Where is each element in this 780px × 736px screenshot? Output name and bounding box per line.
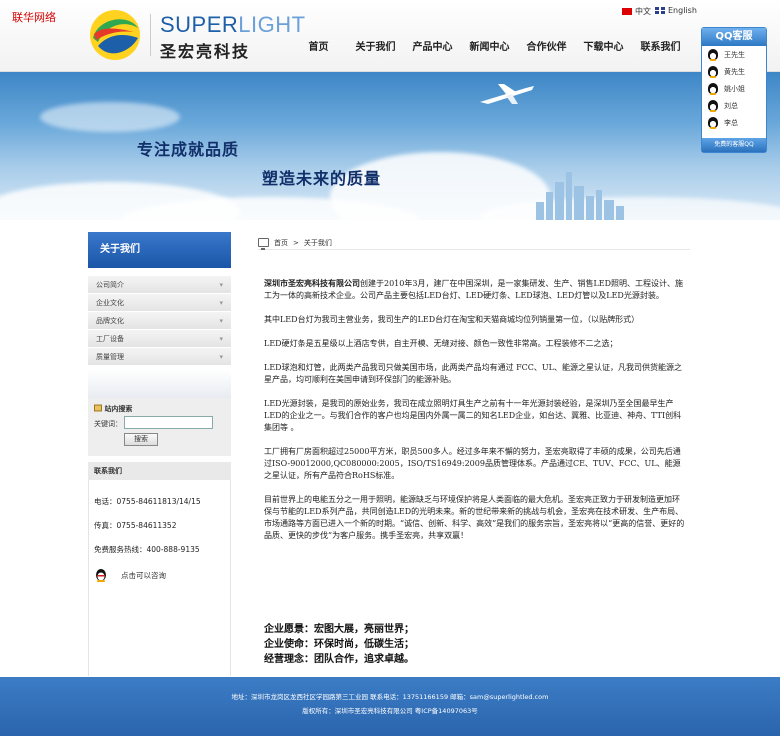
motto-vision: 企业愿景：宏图大展，亮丽世界； (264, 624, 414, 635)
search-keyword-input[interactable] (124, 416, 213, 429)
qq-contact[interactable]: 黄先生 (702, 63, 766, 80)
logo-chinese: 圣宏亮科技 (160, 42, 251, 61)
site-tag[interactable]: 联华网络 (12, 9, 56, 25)
paragraph-desk-lamp: 其中LED台灯为我司主营业务，我司生产的LED台灯在淘宝和天猫商城均位列销量第一… (264, 315, 640, 324)
china-flag-icon (622, 8, 632, 15)
uk-flag-icon (655, 7, 665, 14)
paragraph-packaging: LED光源封装，是我司的原始业务，我司在成立照明灯具生产之前有十一年光源封装经验… (264, 399, 682, 432)
nav-home[interactable]: 首页 (290, 38, 347, 53)
qq-service-panel: QQ客服 王先生 黄先生 姚小姐 刘总 李总 免费的客服QQ (701, 27, 767, 153)
contact-fax: 传真：0755-84611352 (94, 521, 177, 530)
contact-info: 电话：0755-84611813/14/15 传真：0755-84611352 … (88, 480, 231, 676)
qq-penguin-icon (708, 117, 718, 129)
company-name: 深圳市圣宏亮科技有限公司 (264, 278, 360, 288)
city-skyline-icon (536, 172, 624, 220)
nav-news[interactable]: 新闻中心 (461, 38, 518, 53)
qq-contact[interactable]: 姚小姐 (702, 80, 766, 97)
qq-penguin-icon (708, 100, 718, 112)
lang-english[interactable]: English (655, 6, 697, 15)
qq-contact[interactable]: 王先生 (702, 46, 766, 63)
qq-contact[interactable]: 刘总 (702, 97, 766, 114)
contact-title: 联系我们 (88, 462, 231, 480)
site-search: 站内搜索 关键词： 搜索 (88, 398, 231, 456)
search-title: 站内搜索 (94, 404, 132, 414)
nav-products[interactable]: 产品中心 (404, 38, 461, 53)
banner-slogan-secondary: 塑造未来的质量 (262, 169, 382, 188)
motto-philosophy: 经营理念：团队合作，追求卓越。 (264, 654, 414, 665)
qq-penguin-icon (708, 66, 718, 78)
breadcrumb-home[interactable]: 首页 (274, 238, 288, 248)
breadcrumb-separator: > (293, 238, 299, 247)
chat-consult-link[interactable]: 点击可以咨询 (121, 570, 166, 581)
paragraph-bulbs-tubes: LED球泡和灯管，此两类产品我司只做美国市场，此两类产品均有通过 FCC、UL、… (264, 363, 682, 384)
lang-chinese[interactable]: 中文 (622, 6, 651, 17)
sidebar-divider (88, 370, 231, 400)
cloud-decoration (40, 102, 180, 132)
qq-penguin-icon (708, 83, 718, 95)
sidebar-menu: 公司简介 企业文化 品牌文化 工厂设备 质量管理 (88, 276, 231, 366)
qq-chat-icon[interactable] (94, 568, 108, 582)
logo-icon[interactable] (88, 8, 142, 62)
qq-free-service-link[interactable]: 免费的客服QQ (702, 138, 766, 152)
paragraph-light-strip: LED硬灯条是五星级以上酒店专供，自主开模、无缝对接、颜色一致性非常高。工程装修… (264, 339, 618, 348)
company-mottos: 企业愿景：宏图大展，亮丽世界； 企业使命：环保时尚，低碳生活； 经营理念：团队合… (264, 622, 414, 667)
sidebar-item-brand-culture[interactable]: 品牌文化 (88, 312, 231, 330)
search-button[interactable]: 搜索 (124, 433, 158, 446)
header: 联华网络 SUPERLIGHT 圣宏亮科技 中文 English 首页 关于我们… (0, 0, 780, 72)
footer-copyright: 版权所有：深圳市圣宏亮科技有限公司 粤ICP备14097063号 (302, 707, 478, 715)
footer-address: 地址：深圳市龙岗区龙西社区学园路第三工业园 联系电话：13751166159 邮… (231, 693, 549, 701)
motto-mission: 企业使命：环保时尚，低碳生活； (264, 639, 414, 650)
hero-banner: 专注成就品质 塑造未来的质量 (0, 72, 780, 220)
qq-contact[interactable]: 李总 (702, 114, 766, 131)
nav-downloads[interactable]: 下载中心 (575, 38, 632, 53)
logo-divider (150, 14, 151, 56)
paragraph-vision: 目前世界上的电能五分之一用于照明，能源缺乏与环境保护将是人类面临的最大危机。圣宏… (264, 495, 685, 540)
monitor-icon (258, 238, 269, 250)
search-keyword-label: 关键词： (94, 420, 122, 428)
footer: 地址：深圳市龙岗区龙西社区学园路第三工业园 联系电话：13751166159 邮… (0, 677, 780, 736)
qq-panel-title: QQ客服 (702, 28, 766, 46)
breadcrumb: 首页 > 关于我们 (258, 236, 690, 250)
contact-hotline: 免费服务热线：400-888-9135 (94, 545, 200, 554)
main-nav: 首页 关于我们 产品中心 新闻中心 合作伙伴 下载中心 联系我们 (290, 38, 689, 53)
paragraph-factory: 工厂拥有厂房面积超过25000平方米，职员500多人。经过多年来不懈的努力，圣宏… (264, 447, 681, 480)
nav-partners[interactable]: 合作伙伴 (518, 38, 575, 53)
nav-about[interactable]: 关于我们 (347, 38, 404, 53)
sidebar-item-quality-management[interactable]: 质量管理 (88, 348, 231, 366)
nav-contact[interactable]: 联系我们 (632, 38, 689, 53)
breadcrumb-current: 关于我们 (303, 238, 332, 247)
logo-english: SUPERLIGHT (160, 12, 306, 37)
sidebar-item-factory-equipment[interactable]: 工厂设备 (88, 330, 231, 348)
sidebar-title: 关于我们 (88, 232, 231, 268)
banner-slogan-primary: 专注成就品质 (137, 140, 240, 159)
sidebar-item-company-profile[interactable]: 公司简介 (88, 276, 231, 294)
sidebar-item-corporate-culture[interactable]: 企业文化 (88, 294, 231, 312)
contact-phone: 电话：0755-84611813/14/15 (94, 497, 201, 506)
paragraph-intro: 深圳市圣宏亮科技有限公司创建于2010年3月，建厂在中国深圳，是一家集研发、生产… (264, 278, 684, 300)
about-content: 深圳市圣宏亮科技有限公司创建于2010年3月，建厂在中国深圳，是一家集研发、生产… (264, 277, 686, 554)
qq-penguin-icon (708, 49, 718, 61)
search-book-icon (94, 404, 102, 412)
airplane-icon (480, 84, 534, 104)
